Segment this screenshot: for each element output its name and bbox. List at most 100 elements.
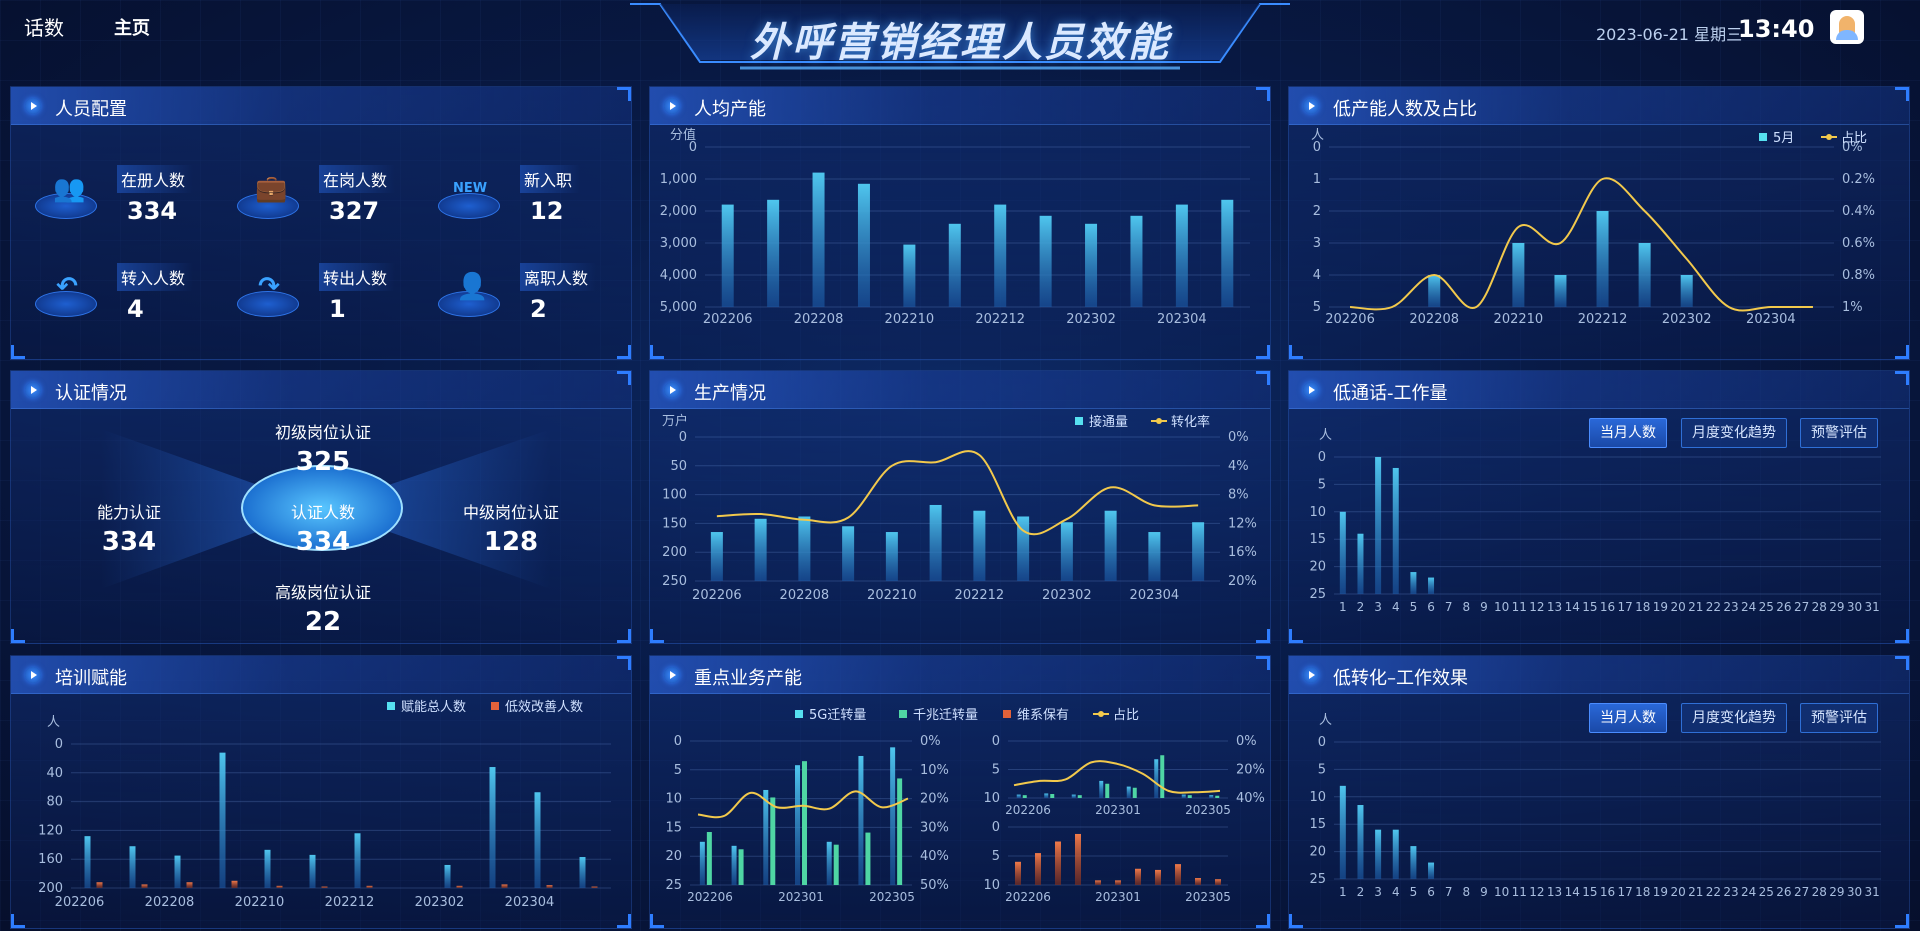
y-tick-label: 100 (662, 488, 687, 503)
bar (929, 504, 942, 581)
bar (826, 841, 832, 885)
top-bar: 话数 主页 外呼营销经理人员效能 2023-06-21 星期三 13:40 (0, 0, 1920, 82)
panel-arrow-icon (25, 667, 41, 683)
bar (1154, 759, 1159, 798)
x-tick-label: 22 (1706, 600, 1721, 614)
bar (1126, 786, 1131, 798)
stat-new-hire: NEW 新入职 12 (436, 157, 626, 237)
title-banner: 外呼营销经理人员效能 (620, 0, 1300, 76)
bar (1375, 829, 1382, 879)
panel-arrow-icon (1303, 667, 1319, 683)
bar (501, 884, 508, 888)
panel-title: 人均产能 (694, 99, 766, 120)
bar (96, 882, 103, 888)
x-tick-label: 17 (1618, 885, 1633, 899)
y-tick-label: 1,000 (660, 172, 697, 187)
bar (1050, 794, 1055, 798)
avatar[interactable] (1830, 10, 1864, 44)
y-tick-label: 2 (1313, 204, 1321, 219)
y2-tick-label: 20% (920, 792, 949, 807)
stat-value: 2 (530, 295, 547, 323)
y2-tick-label: 0% (1228, 430, 1249, 445)
bar (1130, 215, 1143, 307)
y2-tick-label: 0.6% (1842, 236, 1875, 251)
x-tick-label: 7 (1445, 885, 1453, 899)
cert-bottom-value: 22 (304, 607, 342, 637)
x-tick-label: 26 (1776, 600, 1791, 614)
stat-label: 新入职 (520, 165, 581, 193)
x-tick-label: 202302 (1042, 588, 1092, 603)
stat-label: 离职人数 (520, 263, 597, 291)
x-tick-label: 202302 (415, 895, 465, 910)
bar (219, 752, 226, 888)
x-tick-label: 202212 (325, 895, 375, 910)
y2-tick-label: 40% (920, 849, 949, 864)
x-tick-label: 11 (1512, 885, 1527, 899)
y-tick-label: 200 (662, 545, 687, 560)
bar (1512, 243, 1525, 307)
bar (456, 885, 463, 888)
y-tick-label: 10 (983, 878, 1000, 893)
legend-label: 千兆迁转量 (913, 708, 978, 723)
production-chart: 万户 250 200 150 100 50 0 20% 16% 12% 8% 4% 0% 接通量 转化率 20… (662, 413, 1257, 603)
y-tick-label: 20 (665, 849, 682, 864)
x-tick-label: 202210 (1494, 312, 1544, 327)
panel-title: 低通话-工作量 (1333, 383, 1448, 404)
bar (1215, 879, 1221, 885)
x-tick-label: 14 (1565, 600, 1580, 614)
y-tick-label: 5 (674, 763, 682, 778)
bar (1187, 795, 1192, 798)
forward-arrow-icon: ↷ (235, 261, 301, 327)
nav-item-huashu[interactable]: 话数 (24, 12, 64, 41)
bar (579, 857, 586, 888)
bar (973, 510, 986, 581)
x-tick-label: 202206 (55, 895, 105, 910)
bar (354, 833, 361, 888)
x-tick-label: 14 (1565, 885, 1580, 899)
x-tick-label: 202206 (1325, 312, 1375, 327)
x-tick-label: 31 (1865, 600, 1880, 614)
bar (1022, 795, 1027, 798)
panel-arrow-icon (1303, 98, 1319, 114)
nav-item-home[interactable]: 主页 (114, 14, 150, 40)
y-tick-label: 15 (1309, 532, 1326, 547)
panel-title: 培训赋能 (55, 668, 127, 689)
bar (1155, 869, 1161, 885)
x-tick-label: 202210 (867, 588, 917, 603)
y-tick-label: 10 (1309, 505, 1326, 520)
legend-swatch (387, 702, 395, 710)
x-tick-label: 12 (1529, 600, 1544, 614)
bar (1104, 510, 1117, 581)
bar (1135, 868, 1141, 885)
x-tick-label: 202302 (1662, 312, 1712, 327)
cert-center-value: 334 (295, 527, 351, 557)
x-tick-label: 4 (1392, 600, 1400, 614)
y-tick-label: 5 (1318, 762, 1326, 777)
legend-label: 转化率 (1171, 414, 1210, 430)
y-tick-label: 0 (992, 734, 1000, 749)
bar (1077, 795, 1082, 798)
y-tick-label: 3,000 (660, 236, 697, 251)
panel-staff: 人员配置 👥 在册人数 334 💼 在岗人数 327 NEW 新入职 12 ↶ … (10, 86, 632, 360)
bar (994, 204, 1007, 307)
panel-arrow-icon (664, 382, 680, 398)
x-tick-label: 8 (1463, 600, 1471, 614)
y-tick-label: 5 (992, 763, 1000, 778)
bar (1410, 846, 1417, 879)
y-tick-label: 0 (1318, 735, 1326, 750)
x-tick-label: 202210 (235, 895, 285, 910)
x-tick-label: 2 (1357, 885, 1365, 899)
bar (264, 849, 271, 888)
bar (186, 882, 193, 888)
x-tick-label: 202301 (1095, 803, 1141, 817)
bar (1215, 795, 1220, 798)
x-tick-label: 202302 (1066, 312, 1116, 327)
stat-label: 在岗人数 (319, 165, 396, 193)
bar (948, 223, 961, 307)
legend-label: 接通量 (1089, 414, 1128, 430)
y-tick-label: 1 (1313, 172, 1321, 187)
bar (754, 518, 767, 581)
bar (1115, 880, 1121, 885)
x-tick-label: 19 (1653, 885, 1668, 899)
y-tick-label: 0 (55, 737, 63, 752)
